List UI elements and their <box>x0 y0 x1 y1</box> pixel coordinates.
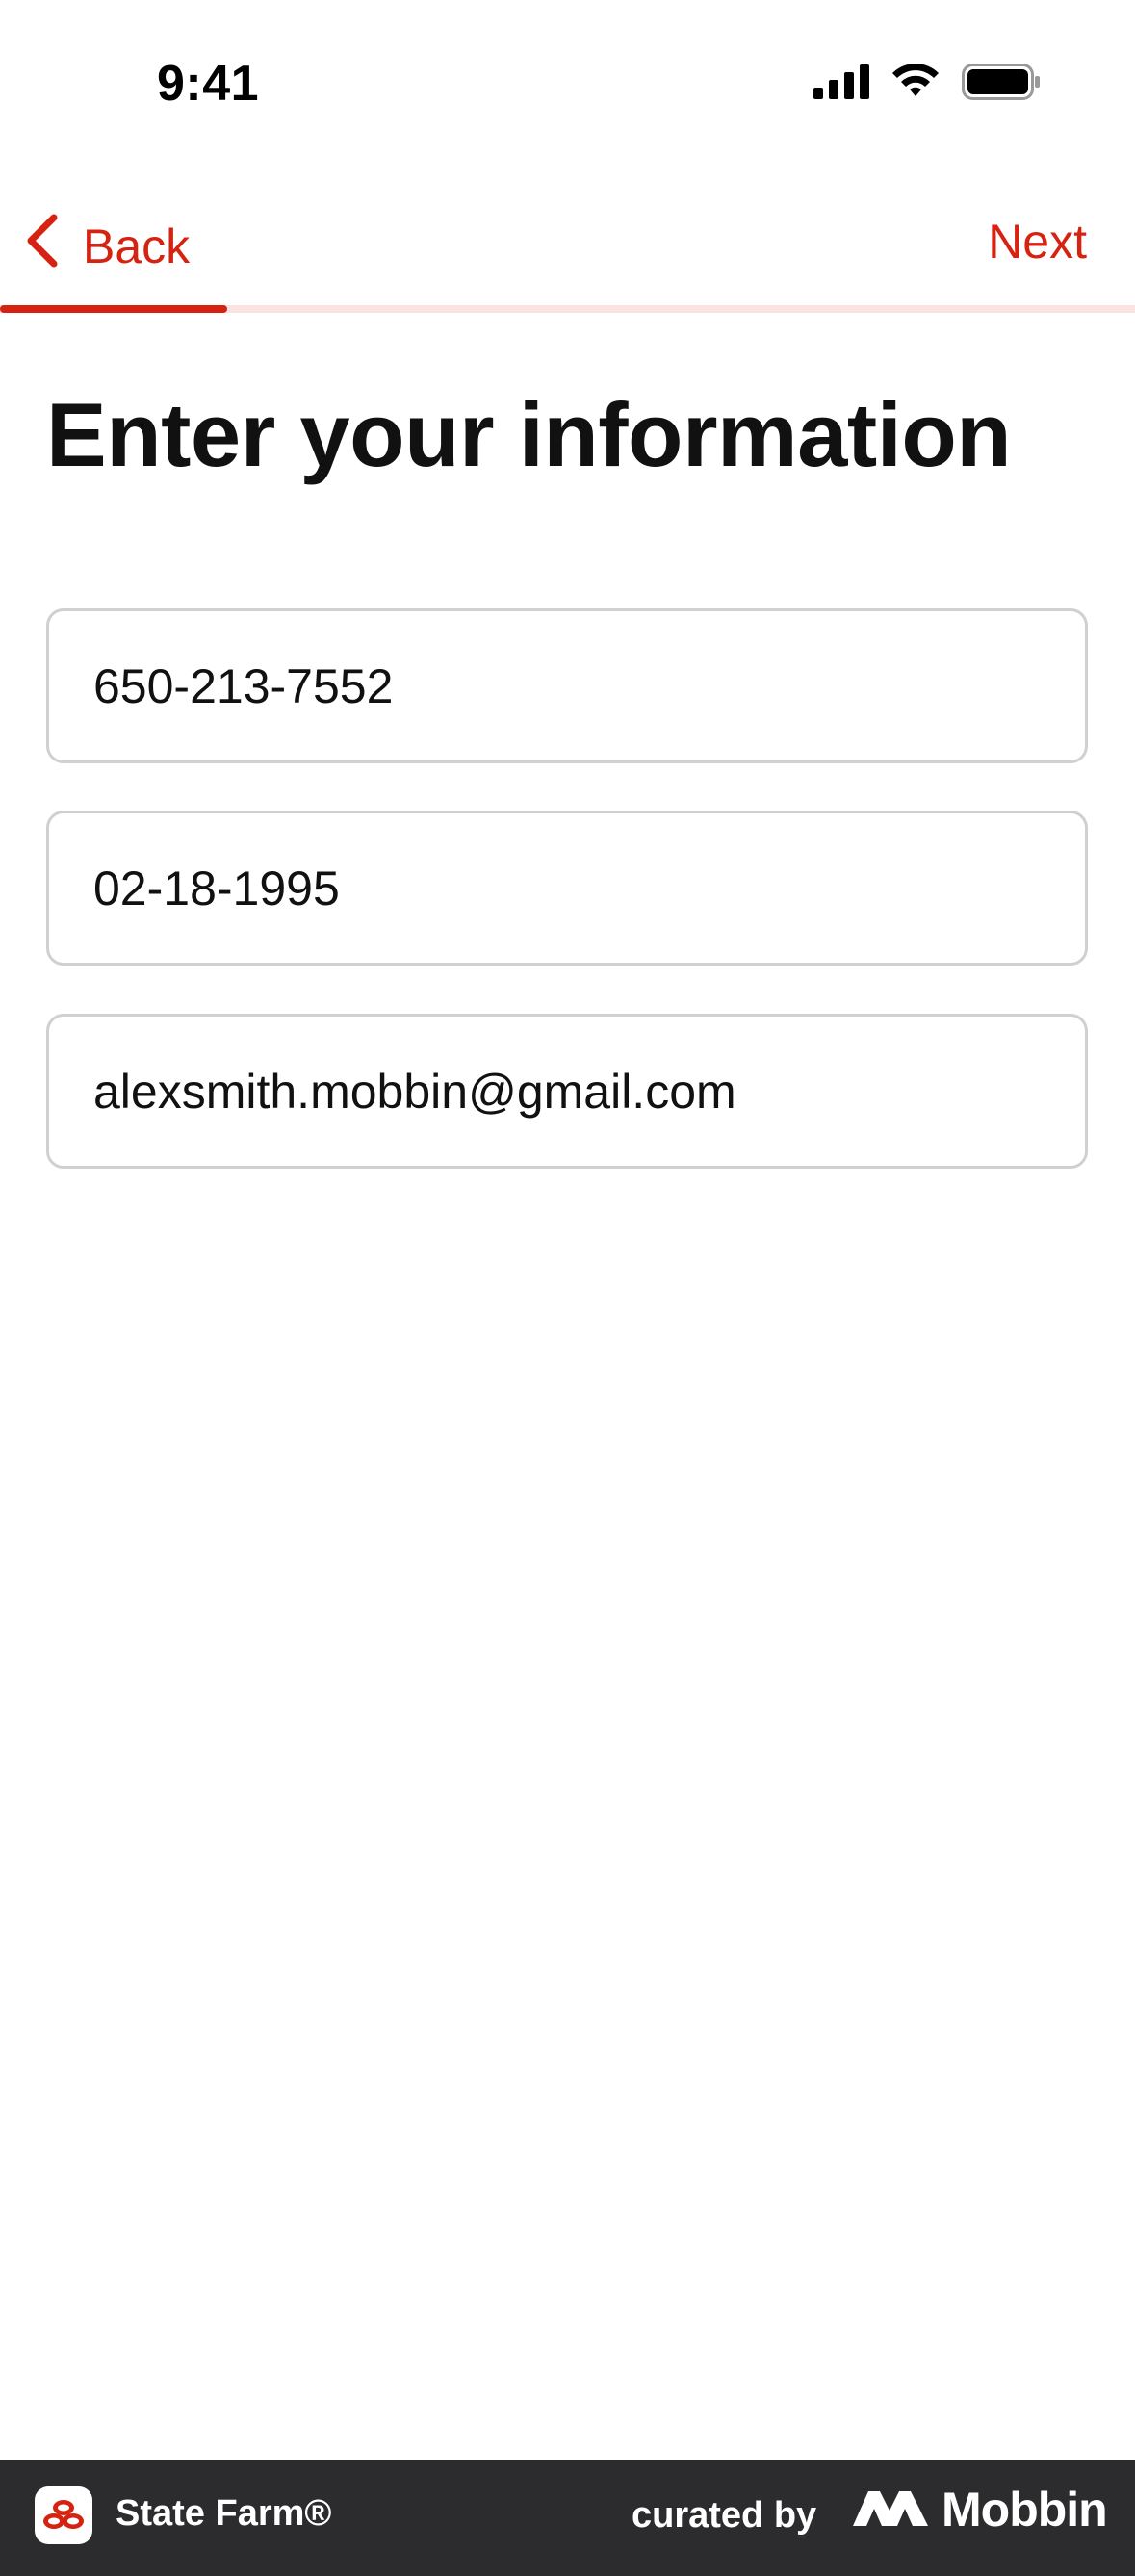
footer-app-name: State Farm® <box>116 2493 332 2534</box>
footer-curated-by: curated by <box>632 2495 817 2536</box>
phone-input[interactable] <box>93 657 1085 714</box>
wifi-icon <box>890 64 941 105</box>
mobbin-logo-icon <box>851 2487 930 2533</box>
page-title: Enter your information <box>46 384 1012 485</box>
chevron-left-icon <box>23 212 62 281</box>
mobbin-brand-text: Mobbin <box>942 2483 1108 2537</box>
state-farm-logo-icon <box>35 2486 92 2544</box>
email-input[interactable] <box>93 1063 1085 1120</box>
status-icons <box>813 64 1041 105</box>
back-button[interactable]: Back <box>23 212 190 281</box>
screen: 9:41 Back Next Enter your information 65… <box>0 0 1135 2576</box>
status-time: 9:41 <box>157 56 260 112</box>
cellular-signal-icon <box>813 64 869 104</box>
nav-bar: Back Next <box>0 193 1135 308</box>
date-of-birth-input[interactable] <box>93 860 1085 916</box>
phone-field[interactable] <box>46 608 1088 763</box>
progress-fill <box>0 305 227 313</box>
battery-icon <box>962 64 1041 105</box>
back-label: Back <box>83 219 191 273</box>
email-field[interactable] <box>46 1014 1088 1169</box>
date-of-birth-field[interactable] <box>46 811 1088 966</box>
progress-bar <box>0 305 1135 313</box>
next-button[interactable]: Next <box>988 214 1087 270</box>
status-bar: 9:41 <box>0 0 1135 164</box>
mobbin-logo: Mobbin <box>851 2482 1108 2537</box>
footer: State Farm® curated by Mobbin <box>0 2460 1135 2576</box>
